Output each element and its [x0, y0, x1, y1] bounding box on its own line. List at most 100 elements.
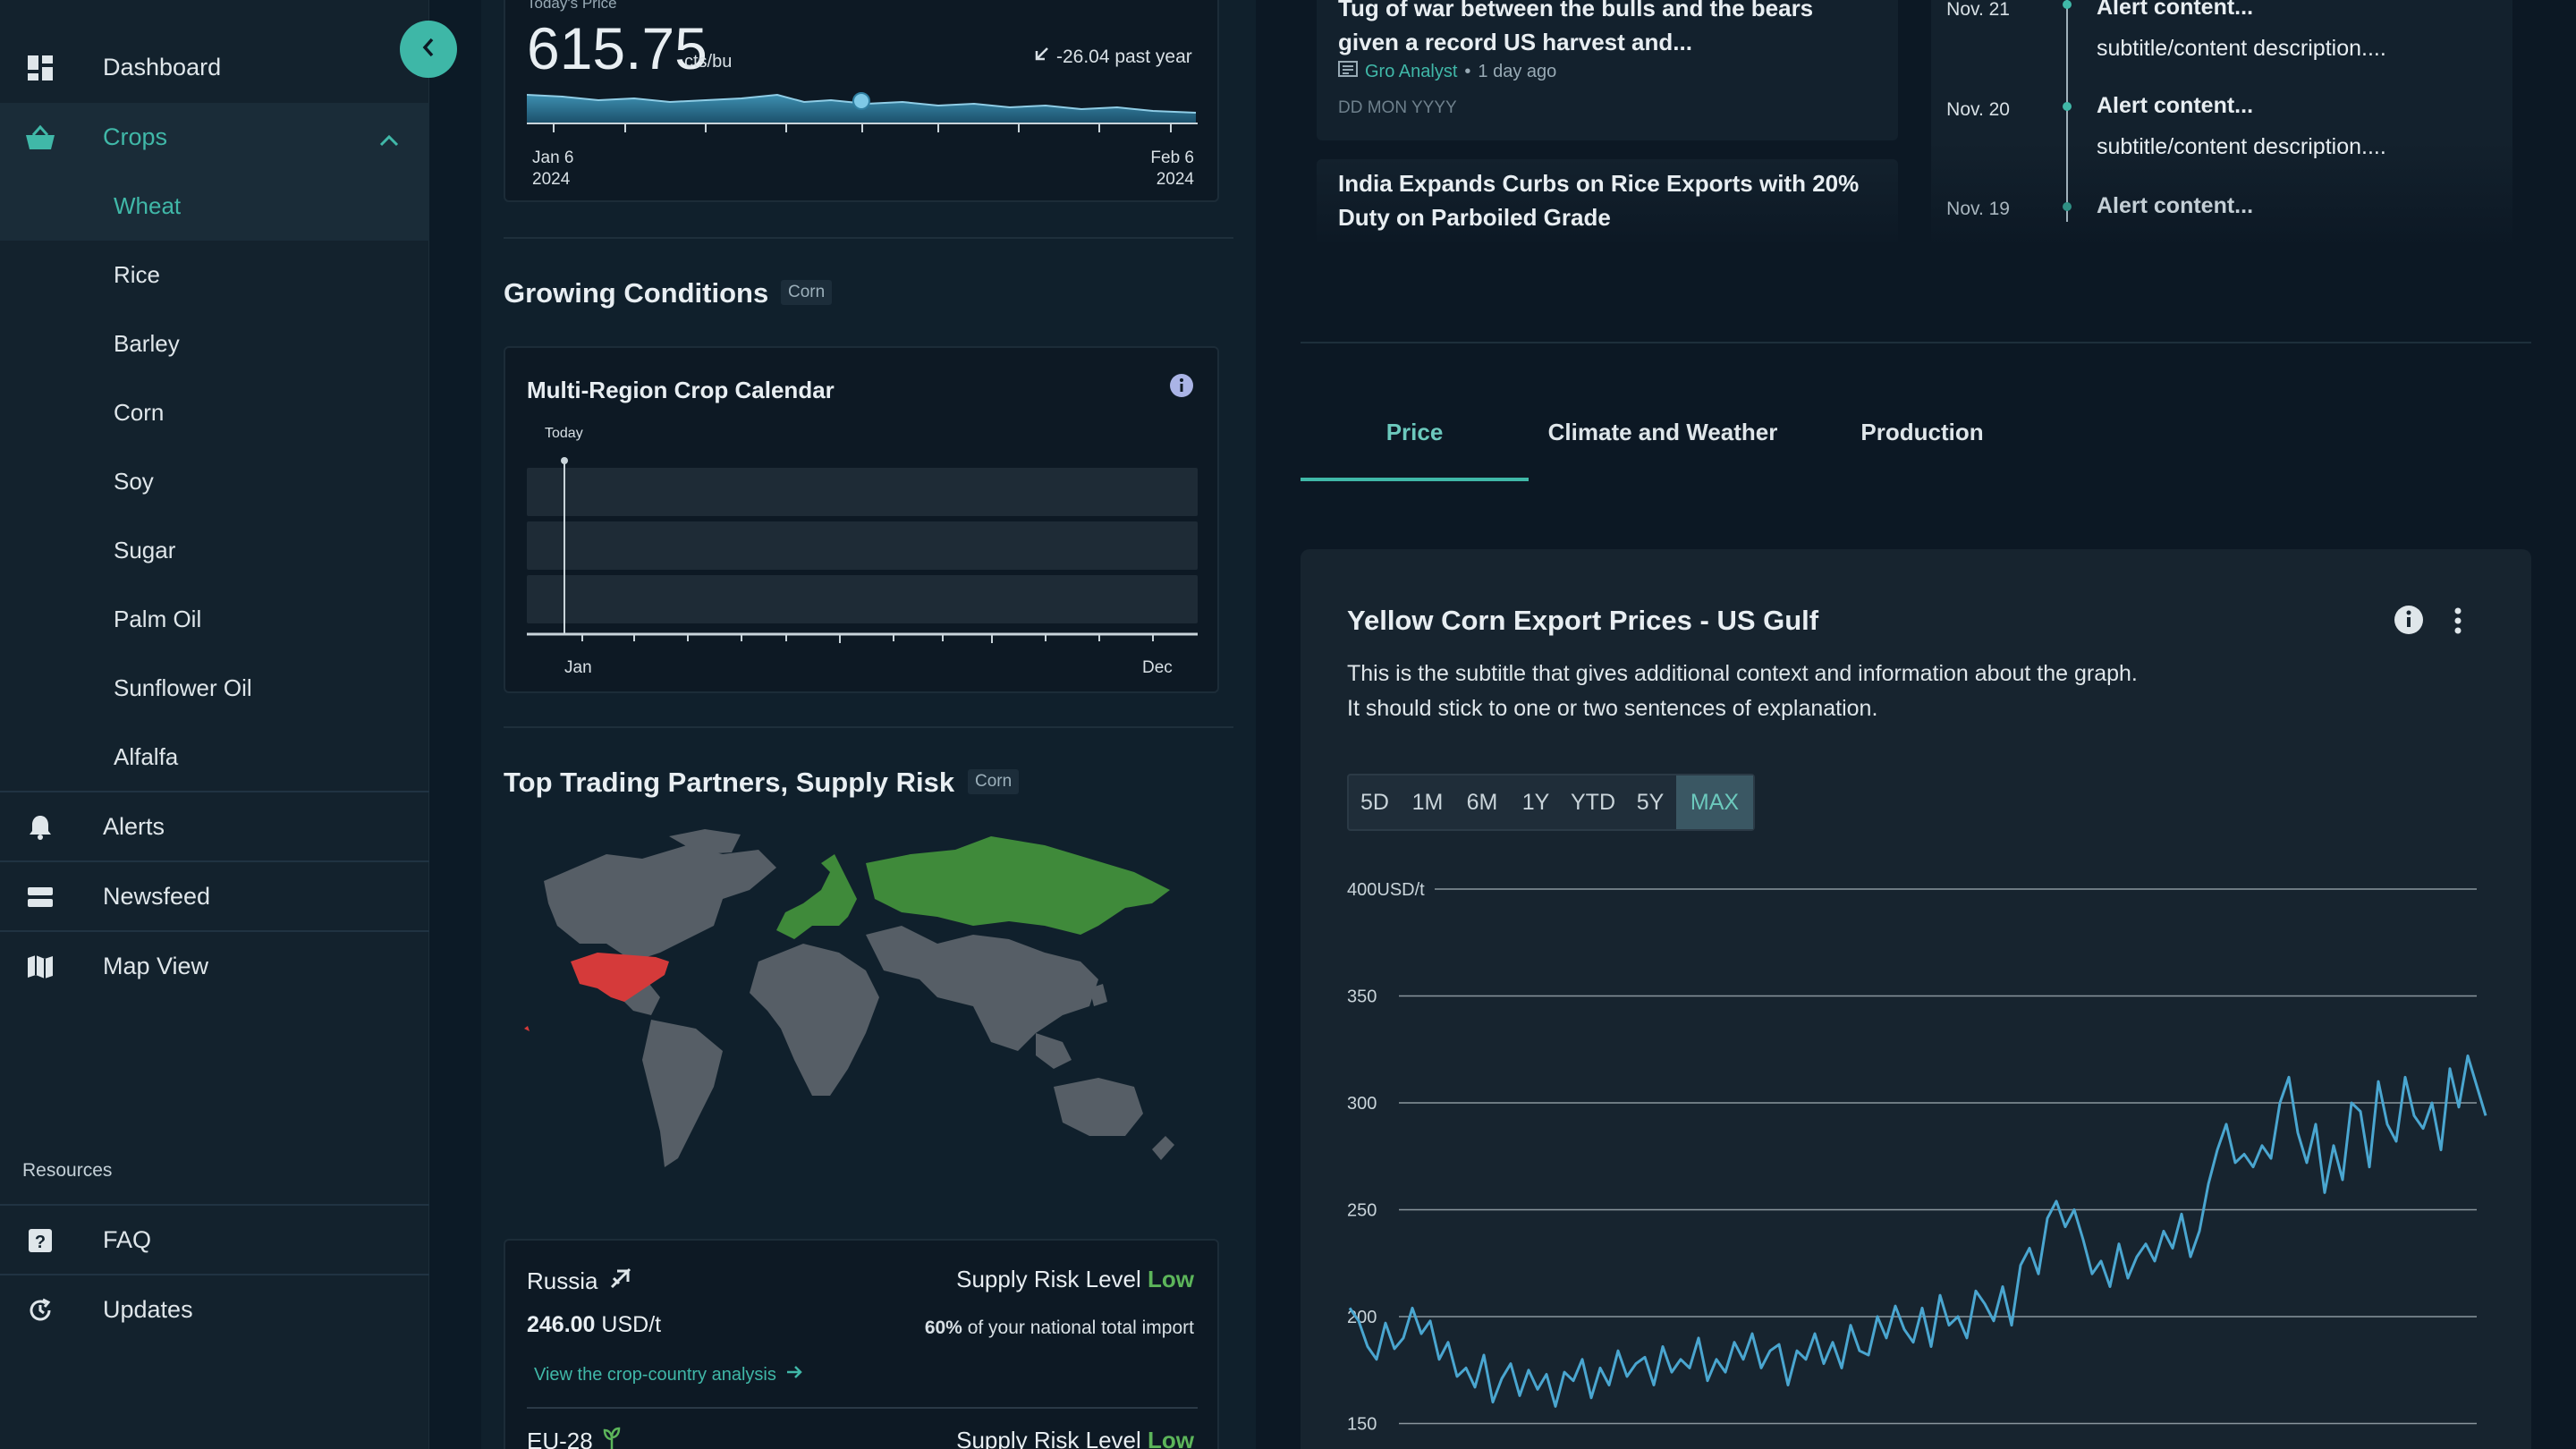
bell-icon — [25, 812, 55, 843]
collapse-sidebar-button[interactable] — [400, 21, 457, 78]
arrow-right-icon — [785, 1364, 803, 1385]
supply-risk-level: Supply Risk Level Low — [956, 1427, 1194, 1449]
sidebar-item-label: Map View — [103, 953, 209, 979]
tab-climate-and-weather[interactable]: Climate and Weather — [1529, 419, 1797, 481]
crop-label: Rice — [114, 261, 161, 288]
news-source[interactable]: Gro Analyst — [1365, 62, 1457, 82]
crop-item-corn[interactable]: Corn — [0, 378, 429, 447]
news-item[interactable]: India Expands Curbs on Rice Exports with… — [1317, 159, 1898, 249]
news-meta: Gro Analyst • 1 day ago — [1338, 61, 1556, 82]
resources-heading: Resources — [22, 1160, 113, 1181]
range-max[interactable]: MAX — [1676, 775, 1753, 829]
range-6m[interactable]: 6M — [1454, 775, 1510, 829]
sidebar-item-faq[interactable]: ? FAQ — [0, 1206, 429, 1275]
newsfeed-icon — [25, 882, 55, 912]
info-icon[interactable] — [2394, 605, 2424, 640]
end-date: Feb 6 — [1150, 148, 1194, 167]
info-icon[interactable] — [1169, 373, 1194, 402]
crop-item-rice[interactable]: Rice — [0, 241, 429, 309]
crop-item-alfalfa[interactable]: Alfalfa — [0, 723, 429, 792]
alert-title[interactable]: Alert content... — [2097, 193, 2253, 219]
newspaper-icon — [1338, 61, 1358, 82]
more-vertical-icon[interactable] — [2453, 606, 2463, 640]
price-card: Today's Price 615.75 cts/bu -26.04 past … — [504, 0, 1219, 202]
crop-item-sugar[interactable]: Sugar — [0, 516, 429, 585]
risk-label: Supply Risk Level — [956, 1427, 1141, 1449]
risk-value: Low — [1148, 1427, 1194, 1449]
sidebar-item-alerts[interactable]: Alerts — [0, 792, 429, 861]
divider — [1301, 342, 2531, 343]
divider — [527, 1407, 1198, 1409]
chevron-left-icon — [420, 37, 436, 63]
trading-partner-list: Russia Supply Risk Level Low 246.00 USD/… — [504, 1239, 1219, 1449]
crop-item-barley[interactable]: Barley — [0, 309, 429, 378]
alert-title[interactable]: Alert content... — [2097, 0, 2253, 21]
crop-calendar-card: Multi-Region Crop Calendar Today Jan Dec — [504, 346, 1219, 693]
tab-price[interactable]: Price — [1301, 419, 1529, 481]
alert-title[interactable]: Alert content... — [2097, 93, 2253, 119]
crop-tag: Corn — [968, 769, 1020, 794]
sidebar-item-label: FAQ — [103, 1226, 152, 1253]
sidebar-item-updates[interactable]: Updates — [0, 1275, 429, 1344]
sparkline-start-date: Jan 6 2024 — [532, 148, 573, 191]
y-tick-label: 300 — [1347, 1094, 1377, 1114]
range-1m[interactable]: 1M — [1401, 775, 1454, 829]
sidebar-item-label: Crops — [103, 123, 168, 150]
question-icon: ? — [25, 1225, 55, 1256]
map-icon — [25, 952, 55, 982]
left-column: Today's Price 615.75 cts/bu -26.04 past … — [481, 0, 1256, 1449]
crop-country-analysis-link[interactable]: View the crop-country analysis — [534, 1364, 803, 1385]
tab-production[interactable]: Production — [1797, 419, 2047, 481]
dashboard-icon — [25, 53, 55, 83]
price-unit: cts/bu — [684, 52, 733, 72]
sidebar: Dashboard Crops Wheat Rice Barley Corn S… — [0, 0, 429, 1449]
sidebar-item-dashboard[interactable]: Dashboard — [0, 33, 429, 102]
share-text: of your national total import — [967, 1318, 1194, 1338]
crop-calendar-title: Multi-Region Crop Calendar — [527, 377, 835, 403]
price-sparkline — [527, 92, 1198, 132]
sidebar-item-map-view[interactable]: Map View — [0, 932, 429, 1001]
airplane-icon — [608, 1266, 633, 1297]
crop-label: Palm Oil — [114, 606, 202, 632]
range-selector: 5D 1M 6M 1Y YTD 5Y MAX — [1347, 774, 1755, 831]
supply-risk-world-map[interactable] — [508, 827, 1224, 1194]
y-tick-label: 350 — [1347, 987, 1377, 1007]
link-text: View the crop-country analysis — [534, 1364, 776, 1385]
price-unit: USD/t — [601, 1312, 662, 1337]
alert-date: Nov. 19 — [1946, 199, 2010, 219]
news-item[interactable]: Tug of war between the bulls and the bea… — [1317, 0, 1898, 140]
crop-item-wheat[interactable]: Wheat — [0, 172, 429, 241]
crop-label: Soy — [114, 468, 154, 495]
range-5d[interactable]: 5D — [1349, 775, 1401, 829]
chart-title: Yellow Corn Export Prices - US Gulf — [1347, 605, 1819, 636]
y-tick-label: 150 — [1347, 1415, 1377, 1435]
growing-conditions-title: Growing Conditions — [504, 277, 769, 309]
supply-risk-level: Supply Risk Level Low — [956, 1266, 1194, 1293]
sparkline-end-date: Feb 6 2024 — [1150, 148, 1194, 191]
news-title: Tug of war between the bulls and the bea… — [1338, 0, 1814, 55]
crop-item-palm-oil[interactable]: Palm Oil — [0, 585, 429, 654]
news-title: India Expands Curbs on Rice Exports with… — [1338, 170, 1860, 231]
crop-label: Barley — [114, 330, 180, 357]
crop-tag: Corn — [781, 280, 833, 305]
sprout-icon — [602, 1427, 622, 1449]
partner-country: EU-28 — [527, 1428, 593, 1449]
range-1y[interactable]: 1Y — [1510, 775, 1562, 829]
range-5y[interactable]: 5Y — [1624, 775, 1676, 829]
share-value: 60% — [924, 1318, 962, 1338]
end-year: 2024 — [1156, 170, 1194, 189]
crop-item-soy[interactable]: Soy — [0, 447, 429, 516]
sidebar-item-crops[interactable]: Crops — [0, 103, 429, 172]
range-ytd[interactable]: YTD — [1562, 775, 1624, 829]
calendar-axis-end: Dec — [1142, 658, 1173, 677]
sidebar-item-newsfeed[interactable]: Newsfeed — [0, 862, 429, 931]
divider — [504, 726, 1233, 728]
chevron-up-icon[interactable] — [379, 126, 399, 154]
basket-icon — [25, 123, 55, 153]
crop-item-sunflower-oil[interactable]: Sunflower Oil — [0, 654, 429, 723]
sidebar-item-label: Updates — [103, 1296, 193, 1323]
price-line-chart[interactable]: 150200250300350400USD/t — [1336, 853, 2499, 1449]
price-series-line[interactable] — [1348, 1054, 2487, 1408]
price-change-text: -26.04 past year — [1056, 47, 1192, 67]
divider — [504, 237, 1233, 239]
